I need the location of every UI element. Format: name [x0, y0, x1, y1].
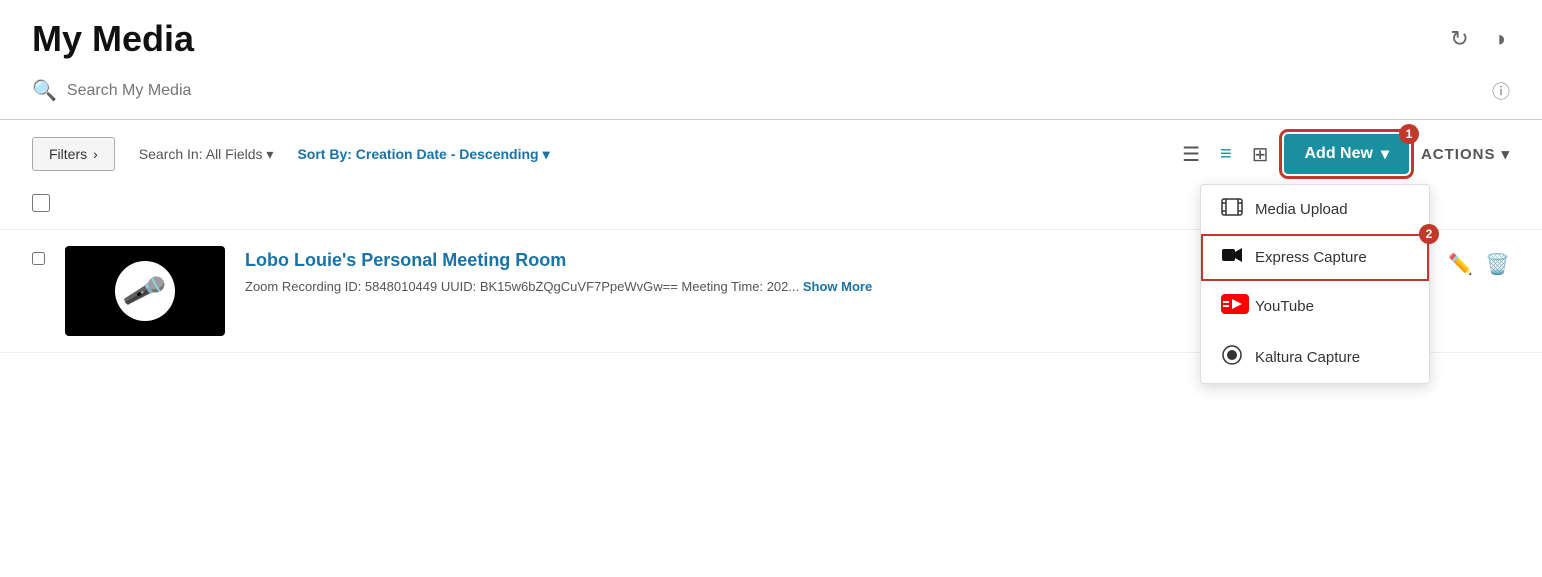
actions-arrow-icon: ▾	[1501, 145, 1510, 163]
list-view-compact-button[interactable]: ☰	[1178, 138, 1204, 171]
contrast-icon: ◑	[1493, 26, 1506, 51]
list-view-button[interactable]: ≡	[1216, 139, 1236, 170]
record-icon	[1221, 345, 1243, 370]
filters-label: Filters	[49, 146, 87, 162]
youtube-label: YouTube	[1255, 298, 1314, 315]
select-all-checkbox[interactable]	[32, 194, 50, 212]
thumbnail-icon: 🎤	[115, 261, 175, 321]
kaltura-capture-label: Kaltura Capture	[1255, 349, 1360, 366]
add-new-label: Add New	[1304, 145, 1372, 163]
sort-by-dropdown[interactable]: Sort By: Creation Date - Descending ▾	[297, 146, 549, 163]
express-capture-badge: 2	[1419, 224, 1439, 244]
search-in-arrow-icon: ▾	[266, 146, 273, 162]
actions-button[interactable]: ACTIONS ▾	[1421, 145, 1510, 163]
add-new-arrow-icon: ▾	[1381, 144, 1389, 164]
search-in-dropdown[interactable]: Search In: All Fields ▾	[139, 146, 274, 163]
youtube-icon	[1221, 294, 1243, 319]
dropdown-item-express-capture[interactable]: Express Capture 2	[1201, 234, 1429, 281]
add-new-badge: 1	[1399, 124, 1419, 144]
top-icons-area: ↻ ◑	[1446, 22, 1510, 56]
refresh-button[interactable]: ↻	[1446, 22, 1472, 56]
dropdown-item-kaltura-capture[interactable]: Kaltura Capture	[1201, 332, 1429, 383]
filters-button[interactable]: Filters ›	[32, 137, 115, 171]
top-bar: My Media ↻ ◑	[0, 0, 1542, 70]
mic-slash-icon: 🎤	[121, 267, 169, 314]
video-camera-icon	[1221, 247, 1243, 268]
filters-arrow-icon: ›	[93, 146, 98, 162]
compact-list-icon: ☰	[1182, 144, 1200, 166]
edit-media-button[interactable]: ✏️	[1448, 252, 1473, 277]
grid-icon: ⊞	[1252, 144, 1269, 166]
list-icon: ≡	[1220, 143, 1232, 165]
media-item-checkbox[interactable]	[32, 252, 45, 265]
media-thumbnail: 🎤	[65, 246, 225, 336]
refresh-icon: ↻	[1450, 26, 1468, 51]
media-row-actions: ✏️ 🗑️	[1448, 246, 1510, 277]
page-title: My Media	[32, 18, 194, 60]
grid-view-button[interactable]: ⊞	[1248, 138, 1273, 171]
search-bar: 🔍 ⓘ	[32, 78, 1510, 103]
delete-media-button[interactable]: 🗑️	[1485, 252, 1510, 277]
add-new-dropdown-menu: Media Upload Express Capture 2	[1200, 184, 1430, 384]
left-controls: Filters › Search In: All Fields ▾ Sort B…	[32, 137, 550, 171]
sort-arrow-icon: ▾	[543, 146, 550, 163]
media-item-checkbox-area	[32, 246, 45, 270]
controls-row: Filters › Search In: All Fields ▾ Sort B…	[0, 120, 1542, 182]
dropdown-item-youtube[interactable]: YouTube	[1201, 281, 1429, 332]
film-icon	[1221, 198, 1243, 221]
search-bar-area: 🔍 ⓘ	[0, 70, 1542, 120]
right-controls: ☰ ≡ ⊞ Add New ▾ 1 ACTIONS ▾	[1178, 134, 1510, 174]
search-icon: 🔍	[32, 78, 57, 103]
dropdown-item-media-upload[interactable]: Media Upload	[1201, 185, 1429, 234]
media-upload-label: Media Upload	[1255, 201, 1348, 218]
contrast-button[interactable]: ◑	[1489, 22, 1510, 56]
search-info-icon[interactable]: ⓘ	[1492, 78, 1510, 104]
add-new-button[interactable]: Add New ▾ 1	[1284, 134, 1408, 174]
search-input[interactable]	[67, 82, 1510, 100]
express-capture-label: Express Capture	[1255, 249, 1367, 266]
show-more-link[interactable]: Show More	[803, 279, 872, 294]
actions-label: ACTIONS	[1421, 146, 1496, 163]
